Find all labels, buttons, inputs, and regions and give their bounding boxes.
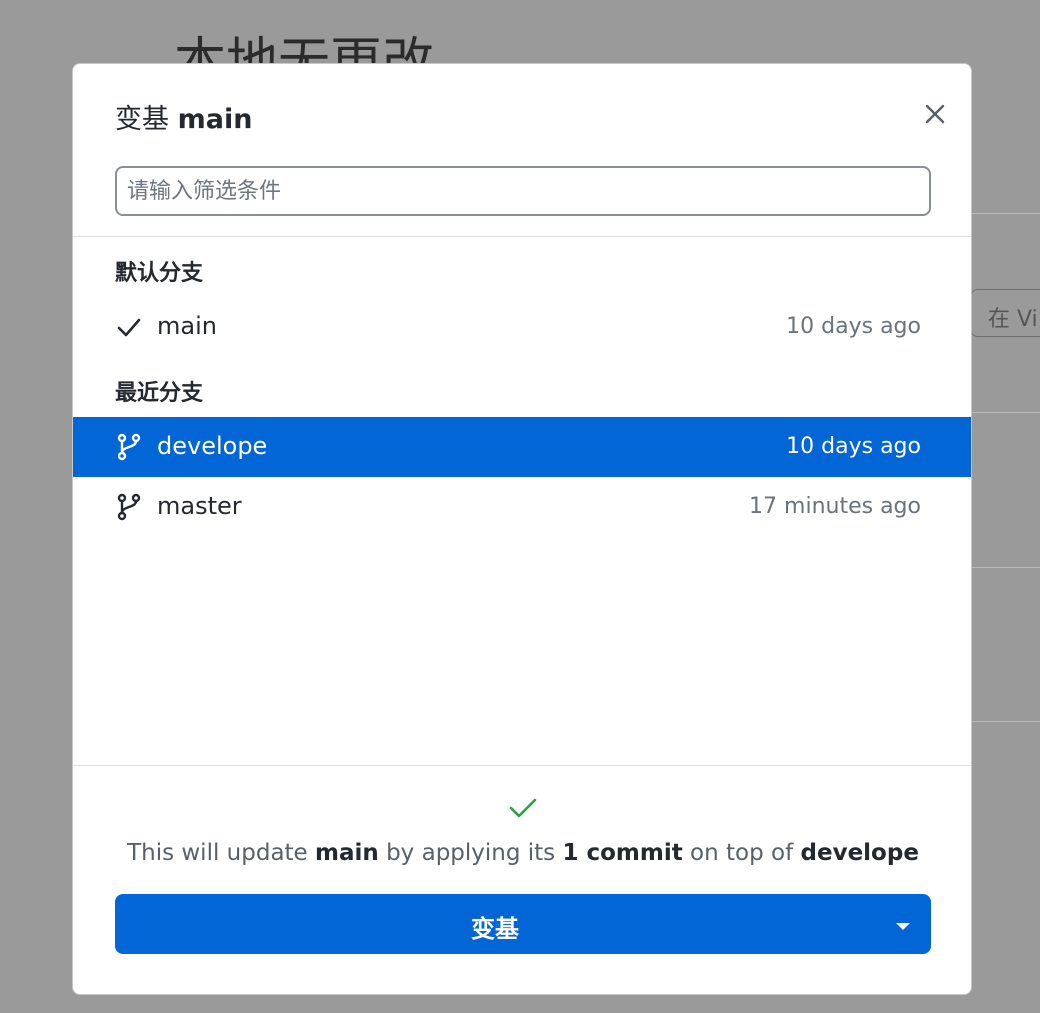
branch-name: main (157, 312, 217, 340)
rebase-button[interactable]: 变基 (115, 894, 931, 954)
rebase-dialog: 变基 main 默认分支 main 10 days ago 最近分支 devel… (72, 63, 972, 995)
summary-text: by applying its (378, 840, 563, 866)
background-divider (972, 213, 1040, 214)
summary-base-branch: develope (800, 840, 919, 866)
divider (73, 236, 971, 237)
branch-filter-input[interactable] (115, 166, 931, 216)
summary-target-branch: main (315, 840, 379, 866)
caret-down-icon[interactable] (893, 916, 913, 936)
branch-item-main[interactable]: main 10 days ago (73, 297, 971, 357)
branch-name: master (157, 492, 242, 520)
background-divider (972, 721, 1040, 722)
rebase-button-label: 变基 (471, 915, 519, 943)
git-branch-icon (117, 493, 141, 521)
branch-item-master[interactable]: master 17 minutes ago (73, 477, 971, 537)
close-icon (925, 104, 945, 124)
summary-text: This will update (127, 840, 316, 866)
dialog-title-prefix: 变基 (115, 104, 169, 135)
rebase-summary: This will update main by applying its 1 … (73, 840, 971, 866)
background-divider (972, 567, 1040, 568)
summary-commit-count: 1 commit (562, 840, 683, 866)
branch-time: 10 days ago (786, 434, 921, 459)
dialog-title-branch: main (177, 104, 253, 135)
dialog-title: 变基 main (115, 97, 252, 136)
background-divider (972, 412, 1040, 413)
branch-name: develope (157, 432, 268, 460)
check-icon (509, 798, 537, 818)
group-label-default: 默认分支 (115, 261, 204, 286)
check-icon (117, 318, 141, 337)
branch-item-develope[interactable]: develope 10 days ago (73, 417, 971, 477)
summary-text: on top of (682, 840, 801, 866)
close-button[interactable] (919, 98, 951, 130)
background-open-button: 在 Vi (970, 289, 1040, 337)
group-label-recent: 最近分支 (115, 381, 204, 406)
git-branch-icon (117, 433, 141, 461)
branch-time: 17 minutes ago (749, 494, 921, 519)
branch-time: 10 days ago (786, 314, 921, 339)
divider (73, 765, 971, 766)
